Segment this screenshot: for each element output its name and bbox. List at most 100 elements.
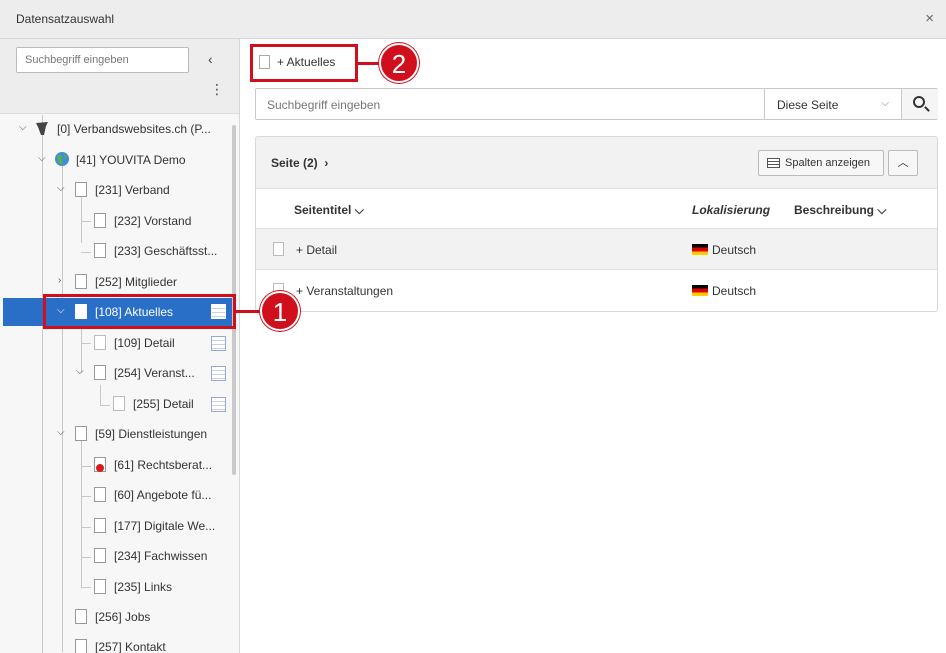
tree-node-59[interactable]: ⌵ [59] Dienstleistungen: [0, 422, 239, 446]
page-icon: [75, 426, 87, 441]
row-title[interactable]: + Detail: [296, 243, 337, 257]
column-header-title[interactable]: Seitentitel ⌵: [294, 203, 364, 218]
search-scope-value: Diese Seite: [777, 98, 839, 112]
tree-node-label: [256] Jobs: [95, 610, 151, 624]
table-row[interactable]: + Veranstaltungen Deutsch: [256, 270, 937, 311]
tree-node-234[interactable]: [234] Fachwissen: [0, 544, 239, 568]
content-list-icon: [211, 336, 226, 351]
panel-title[interactable]: Seite (2) ›: [271, 156, 328, 170]
chevron-right-icon: ›: [324, 156, 329, 170]
show-columns-label: Spalten anzeigen: [785, 157, 871, 169]
tree-node-254[interactable]: ⌵ [254] Veranst...: [0, 361, 239, 385]
column-header-description[interactable]: Beschreibung ⌵: [794, 203, 886, 218]
column-header-label: Seitentitel: [294, 203, 352, 217]
column-header-label: Beschreibung: [794, 203, 875, 217]
tree-node-232[interactable]: [232] Vorstand: [0, 209, 239, 233]
table-row[interactable]: + Detail Deutsch: [256, 229, 937, 270]
tree-node-label: [231] Verband: [95, 183, 170, 197]
tree-search-input[interactable]: Suchbegriff eingeben: [16, 47, 189, 73]
table-icon: [767, 158, 780, 168]
page-record-panel: Seite (2) › Spalten anzeigen ︿ Seitentit…: [255, 136, 938, 312]
tree-node-label: [59] Dienstleistungen: [95, 427, 208, 441]
tree-node-label: [252] Mitglieder: [95, 275, 178, 289]
page-icon: [94, 243, 106, 258]
tree-node-label: [257] Kontakt: [95, 640, 166, 653]
dialog-titlebar: Datensatzauswahl ×: [0, 0, 946, 39]
column-header-localization: Lokalisierung: [692, 203, 771, 217]
record-search-bar: Suchbegriff eingeben Diese Seite ⌵: [255, 88, 938, 120]
content-list-icon: [211, 397, 226, 412]
chevron-left-icon[interactable]: ‹: [208, 51, 213, 67]
page-tree-toolbar: Suchbegriff eingeben ‹ ⋮: [0, 39, 239, 114]
page-icon: [75, 182, 87, 197]
flag-de-icon: [692, 285, 708, 296]
tree-node-255[interactable]: [255] Detail: [0, 392, 239, 416]
tree-node-label: [60] Angebote fü...: [114, 488, 212, 502]
tree-node-label: [0] Verbandswebsites.ch (P...: [57, 122, 211, 136]
collapse-panel-button[interactable]: ︿: [888, 150, 918, 176]
tree-node-0[interactable]: ⌵ [0] Verbandswebsites.ch (P...: [0, 117, 239, 141]
page-restricted-icon: [94, 457, 106, 472]
tree-node-235[interactable]: [235] Links: [0, 575, 239, 599]
tree-node-109[interactable]: [109] Detail: [0, 331, 239, 355]
page-icon: [94, 518, 106, 533]
tree-node-256[interactable]: [256] Jobs: [0, 605, 239, 629]
search-button[interactable]: [901, 89, 938, 119]
page-icon: [75, 274, 87, 289]
search-icon: [913, 96, 925, 108]
tree-node-252[interactable]: › [252] Mitglieder: [0, 270, 239, 294]
annotation-badge-2: 2: [379, 43, 419, 83]
chevron-down-icon[interactable]: ⌵: [19, 122, 29, 133]
content-list-icon: [211, 366, 226, 381]
tree-node-60[interactable]: [60] Angebote fü...: [0, 483, 239, 507]
panel-title-text: Seite (2): [271, 156, 318, 170]
row-language: Deutsch: [712, 284, 757, 298]
page-icon: [94, 487, 106, 502]
tree-node-233[interactable]: [233] Geschäftsst...: [0, 239, 239, 263]
annotation-badge-1: 1: [260, 291, 300, 331]
search-scope-select[interactable]: Diese Seite ⌵: [764, 89, 901, 119]
chevron-down-icon[interactable]: ⌵: [57, 183, 67, 194]
tree-node-177[interactable]: [177] Digitale We...: [0, 514, 239, 538]
page-icon: [94, 335, 106, 350]
tree-node-61[interactable]: [61] Rechtsberat...: [0, 453, 239, 477]
tree-node-257[interactable]: [257] Kontakt: [0, 635, 239, 653]
chevron-down-icon: ⌵: [354, 203, 364, 217]
page-icon: [94, 579, 106, 594]
chevron-right-icon[interactable]: ›: [58, 275, 68, 286]
chevron-down-icon[interactable]: ⌵: [76, 366, 86, 377]
table-header: Seitentitel ⌵ Lokalisierung Beschreibung…: [256, 189, 937, 229]
tree-node-41[interactable]: ⌵ [41] YOUVITA Demo: [0, 148, 239, 172]
show-columns-button[interactable]: Spalten anzeigen: [758, 150, 884, 176]
tree-node-label: [232] Vorstand: [114, 214, 192, 228]
tree-node-label: [233] Geschäftsst...: [114, 244, 218, 258]
tree-node-label: [254] Veranst...: [114, 366, 195, 380]
tree-node-label: [234] Fachwissen: [114, 549, 208, 563]
globe-icon: [55, 152, 69, 166]
tree-node-label: [61] Rechtsberat...: [114, 458, 213, 472]
tree-node-label: [235] Links: [114, 580, 173, 594]
tree-node-label: [177] Digitale We...: [114, 519, 216, 533]
chevron-up-icon: ︿: [897, 157, 909, 169]
close-icon[interactable]: ×: [925, 10, 934, 27]
record-list-panel: + Aktuelles Suchbegriff eingeben Diese S…: [241, 39, 946, 653]
chevron-down-icon: ⌵: [877, 203, 887, 217]
highlight-box-1: [43, 294, 236, 329]
page-tree-panel: Suchbegriff eingeben ‹ ⋮ ⌵ [0] Verbandsw…: [0, 39, 240, 653]
chevron-down-icon[interactable]: ⌵: [38, 153, 48, 164]
page-icon: [94, 548, 106, 563]
panel-header: Seite (2) › Spalten anzeigen ︿: [256, 137, 937, 189]
chevron-down-icon[interactable]: ⌵: [57, 427, 67, 438]
page-icon: [273, 242, 284, 256]
record-search-input[interactable]: Suchbegriff eingeben: [267, 98, 380, 112]
page-icon: [113, 396, 125, 411]
tree-node-231[interactable]: ⌵ [231] Verband: [0, 178, 239, 202]
typo3-logo-icon: [36, 122, 48, 135]
dialog-title: Datensatzauswahl: [16, 12, 115, 26]
tree-node-label: [255] Detail: [133, 397, 194, 411]
page-icon: [75, 639, 87, 653]
tree-node-label: [109] Detail: [114, 336, 175, 350]
restricted-badge-icon: [96, 464, 104, 472]
kebab-menu-icon[interactable]: ⋮: [210, 82, 224, 96]
row-title[interactable]: + Veranstaltungen: [296, 284, 393, 298]
